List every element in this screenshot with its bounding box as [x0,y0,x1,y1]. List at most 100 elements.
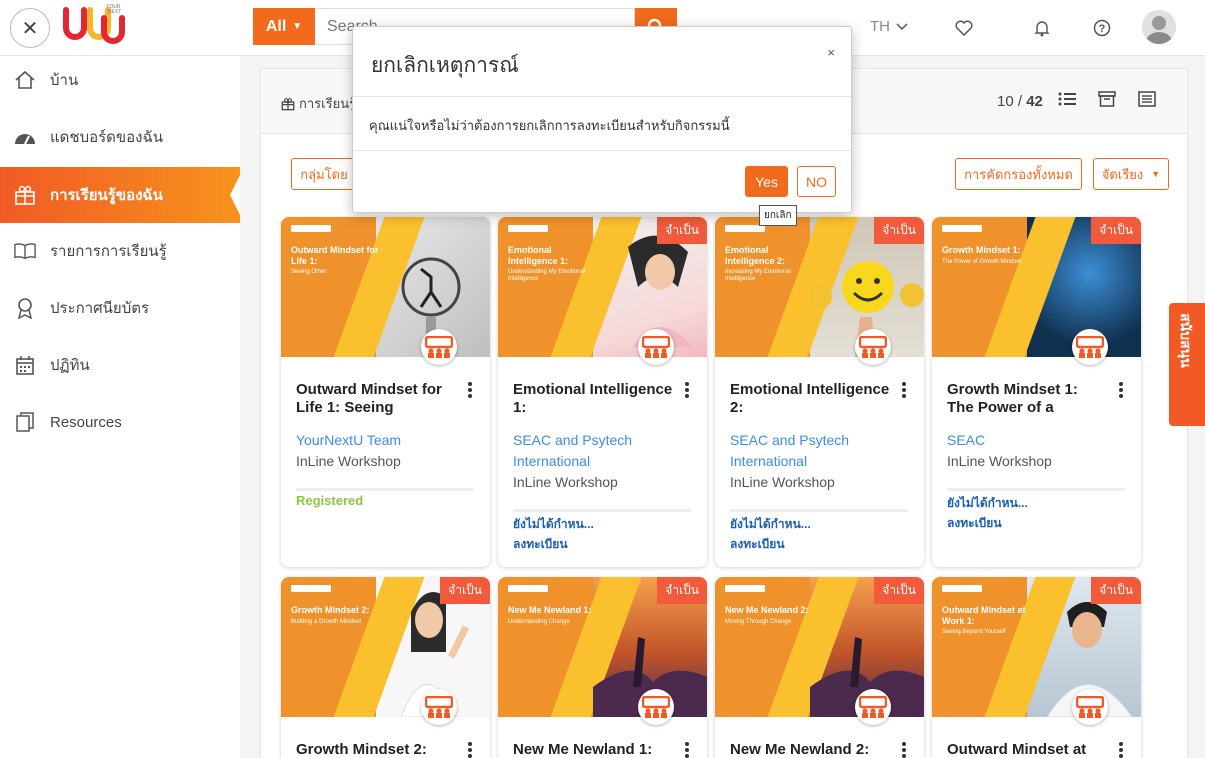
sidebar-item-calendar[interactable]: ปฏิทิน [0,337,240,393]
support-tab[interactable]: สนับสนุน [1169,303,1205,426]
thumbnail-subtitle: Understanding My Emotional Intelligence [508,269,586,282]
category-label: All [265,17,287,35]
kebab-icon [902,382,906,398]
kebab-icon [1119,742,1123,758]
classroom-badge [1072,329,1108,365]
more-options-button[interactable] [1118,381,1124,399]
category-dropdown[interactable]: All ▼ [253,8,315,45]
classroom-badge [855,329,891,365]
required-badge: จำเป็น [657,577,707,604]
course-card[interactable]: Emotional Intelligence 1: Understanding … [498,217,707,567]
thumbnail-title: Growth Mindset 2: [291,605,370,615]
course-provider[interactable]: SEAC [947,430,1132,451]
language-label: TH [870,18,890,35]
sidebar-item-my-learning[interactable]: การเรียนรู้ของฉัน [0,167,240,223]
close-menu-button[interactable]: ✕ [10,8,50,48]
no-button[interactable]: NO [797,166,836,197]
bell-icon [1034,21,1050,37]
yes-button[interactable]: Yes [745,166,788,197]
svg-text:?: ? [1099,23,1106,35]
help-button[interactable]: ? [1090,16,1114,40]
count-separator: / [1013,93,1027,110]
register-link[interactable]: ลงทะเบียน [947,514,1002,533]
thumbnail-title: Emotional Intelligence 1: [508,245,569,266]
more-options-button[interactable] [901,381,907,399]
home-icon [14,69,36,91]
more-options-button[interactable] [684,741,690,758]
classroom-badge [638,329,674,365]
course-thumbnail: Growth Mindset 2: Building a Growth Mind… [281,577,490,717]
detail-view-button[interactable] [1138,91,1158,111]
course-card[interactable]: Growth Mindset 2: Building a Growth Mind… [281,577,490,758]
course-provider[interactable]: YourNextU Team [296,430,481,451]
support-tab-label: สนับสนุน [1178,313,1194,368]
favorites-button[interactable] [952,16,976,40]
course-thumbnail: New Me Newland 2: Moving Through Change … [715,577,924,717]
required-badge: จำเป็น [657,217,707,244]
breadcrumb-label: การเรียนรู้ [299,96,357,111]
classroom-icon [642,336,670,358]
course-thumbnail: Outward Mindset at Work 1: Seeing Beyond… [932,577,1141,717]
kebab-icon [902,742,906,758]
list-view-button[interactable] [1058,91,1078,111]
book-icon [14,240,36,262]
course-thumbnail: Growth Mindset 1: The Power of Growth Mi… [932,217,1141,357]
course-thumbnail: Emotional Intelligence 1: Understanding … [498,217,707,357]
course-card[interactable]: Growth Mindset 1: The Power of Growth Mi… [932,217,1141,567]
group-by-label: กลุ่มโดย [300,166,348,182]
course-card[interactable]: New Me Newland 1: Understanding Change จ… [498,577,707,758]
course-card[interactable]: Outward Mindset for Life 1: Seeing Other… [281,217,490,567]
svg-text:NEXT: NEXT [108,9,121,15]
sidebar-item-catalog[interactable]: รายการการเรียนรู้ [0,223,240,279]
course-thumbnail: Outward Mindset for Life 1: Seeing Other [281,217,490,357]
course-title: Emotional Intelligence 1: [513,381,673,416]
thumbnail-title: Outward Mindset at Work 1: [942,605,1026,626]
page-count: 10 / 42 [997,93,1043,110]
dashboard-icon [14,126,36,148]
required-badge: จำเป็น [1091,217,1141,244]
course-title: Emotional Intelligence 2: [730,381,890,416]
detail-list-icon [1138,91,1156,107]
sidebar-item-label: การเรียนรู้ของฉัน [50,187,163,204]
cancel-event-dialog: ยกเลิกเหตุการณ์ × คุณแน่ใจหรือไม่ว่าต้อง… [352,26,852,213]
sort-dropdown[interactable]: จัดเรียง ▼ [1093,158,1169,190]
logo[interactable]: YOUR NEXT [60,2,130,54]
group-by-button[interactable]: กลุ่มโดย [291,158,357,190]
classroom-icon [425,696,453,718]
register-link[interactable]: ลงทะเบียน [513,535,568,554]
more-options-button[interactable] [467,381,473,399]
user-avatar[interactable] [1142,10,1176,44]
course-card[interactable]: New Me Newland 2: Moving Through Change … [715,577,924,758]
register-link[interactable]: ลงทะเบียน [730,535,785,554]
sidebar-item-home[interactable]: บ้าน [0,52,240,108]
count-total: 42 [1026,93,1043,110]
thumbnail-subtitle: Moving Through Change [725,619,791,625]
sidebar-item-resources[interactable]: Resources [0,394,240,450]
sidebar-item-dashboard[interactable]: แดชบอร์ดของฉัน [0,109,240,165]
close-dialog-button[interactable]: × [827,45,835,60]
course-card[interactable]: Emotional Intelligence 2: Increasing My … [715,217,924,567]
thumbnail-subtitle: Building a Growth Mindset [291,619,362,625]
status-text: ยังไม่ได้กำหน... [947,496,1028,510]
required-badge: จำเป็น [874,577,924,604]
all-filters-button[interactable]: การคัดกรองทั้งหมด [955,158,1082,190]
sidebar-item-label: แดชบอร์ดของฉัน [50,129,163,146]
sidebar-item-label: Resources [50,413,122,431]
more-options-button[interactable] [684,381,690,399]
course-title: Outward Mindset for Life 1: Seeing [296,381,442,416]
course-card[interactable]: Outward Mindset at Work 1: Seeing Beyond… [932,577,1141,758]
sidebar-item-certificates[interactable]: ประกาศนียบัตร [0,280,240,336]
required-badge: จำเป็น [874,217,924,244]
more-options-button[interactable] [901,741,907,758]
course-provider[interactable]: SEAC and Psytech International [513,430,698,472]
course-provider[interactable]: SEAC and Psytech International [730,430,915,472]
course-title: Growth Mindset 1: The Power of a [947,381,1078,416]
notifications-button[interactable] [1030,16,1054,40]
thumbnail-title: Growth Mindset 1: [942,245,1021,255]
classroom-badge [1072,689,1108,725]
more-options-button[interactable] [1118,741,1124,758]
sidebar-item-label: ปฏิทิน [50,357,90,374]
language-selector[interactable]: TH [870,18,908,35]
archive-button[interactable] [1098,91,1118,111]
more-options-button[interactable] [467,741,473,758]
